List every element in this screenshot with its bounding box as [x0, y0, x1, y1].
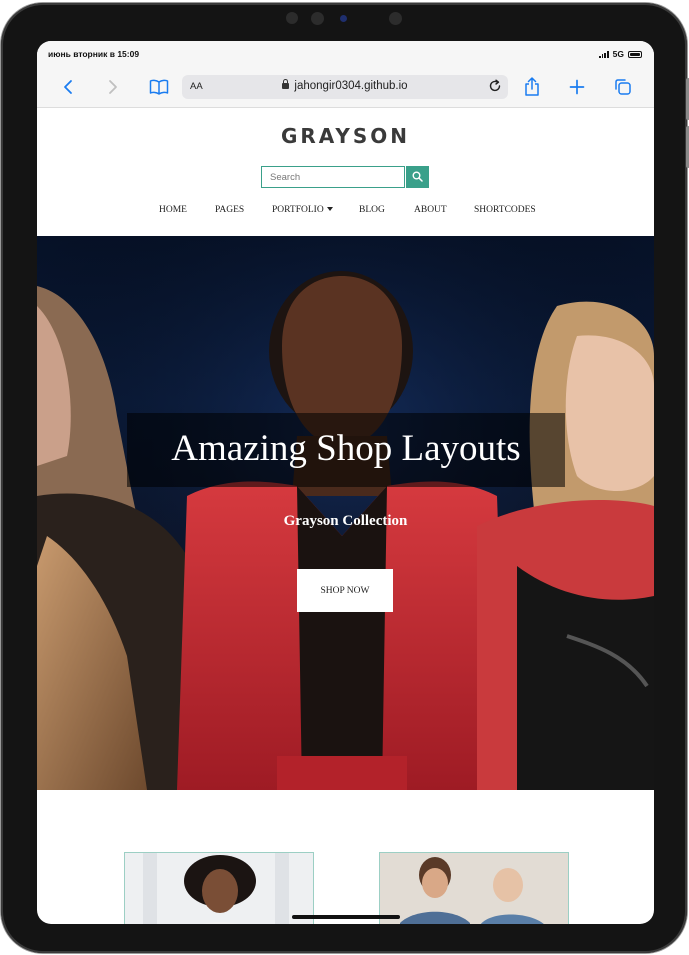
- product-photo: [380, 853, 568, 924]
- status-bar: июнь вторник в 15:09 5G: [37, 41, 654, 67]
- nav-item-about[interactable]: ABOUT: [414, 205, 447, 215]
- network-label: 5G: [612, 49, 624, 59]
- product-card-image[interactable]: [379, 852, 569, 924]
- caret-down-icon: [326, 207, 333, 211]
- tablet-frame: июнь вторник в 15:09 5G AA jahongir0304.…: [1, 3, 689, 953]
- battery-icon: [628, 50, 642, 58]
- home-indicator[interactable]: [292, 915, 400, 919]
- sensor-dot: [286, 12, 298, 24]
- lock-icon: [282, 79, 290, 89]
- hero-banner: Amazing Shop Layouts Grayson Collection …: [37, 236, 654, 790]
- forward-icon[interactable]: [99, 67, 127, 107]
- tabs-icon[interactable]: [609, 67, 637, 107]
- search-icon: [412, 170, 423, 185]
- search-form: [261, 166, 429, 188]
- nav-item-shortcodes[interactable]: SHORTCODES: [474, 205, 536, 215]
- product-card-image[interactable]: [124, 852, 314, 924]
- front-camera: [340, 15, 347, 22]
- share-icon[interactable]: [518, 67, 546, 107]
- address-bar[interactable]: AA jahongir0304.github.io: [182, 75, 508, 99]
- new-tab-icon[interactable]: [563, 67, 591, 107]
- url-text: jahongir0304.github.io: [294, 80, 408, 92]
- product-photo: [125, 853, 313, 924]
- search-input[interactable]: [261, 166, 405, 188]
- nav-item-portfolio-label: PORTFOLIO: [272, 205, 324, 215]
- back-icon[interactable]: [54, 67, 82, 107]
- camera-lens: [311, 12, 324, 25]
- status-time: июнь вторник в 15:09: [48, 49, 140, 59]
- nav-item-home[interactable]: HOME: [159, 205, 187, 215]
- nav-item-blog[interactable]: BLOG: [359, 205, 385, 215]
- nav-item-portfolio[interactable]: PORTFOLIO: [272, 205, 333, 215]
- hero-title: Amazing Shop Layouts: [171, 428, 521, 469]
- screen: июнь вторник в 15:09 5G AA jahongir0304.…: [37, 41, 654, 924]
- reload-icon[interactable]: [488, 79, 502, 96]
- signal-icon: [599, 50, 609, 58]
- site-logo[interactable]: GRAYSON: [37, 124, 654, 148]
- search-button[interactable]: [406, 166, 429, 188]
- browser-toolbar: AA jahongir0304.github.io: [37, 67, 654, 108]
- nav-item-pages[interactable]: PAGES: [215, 205, 244, 215]
- sensor-dot: [389, 12, 402, 25]
- bookmarks-icon[interactable]: [145, 67, 173, 107]
- shop-now-button[interactable]: SHOP NOW: [297, 569, 393, 612]
- hero-subtitle: Grayson Collection: [283, 513, 408, 529]
